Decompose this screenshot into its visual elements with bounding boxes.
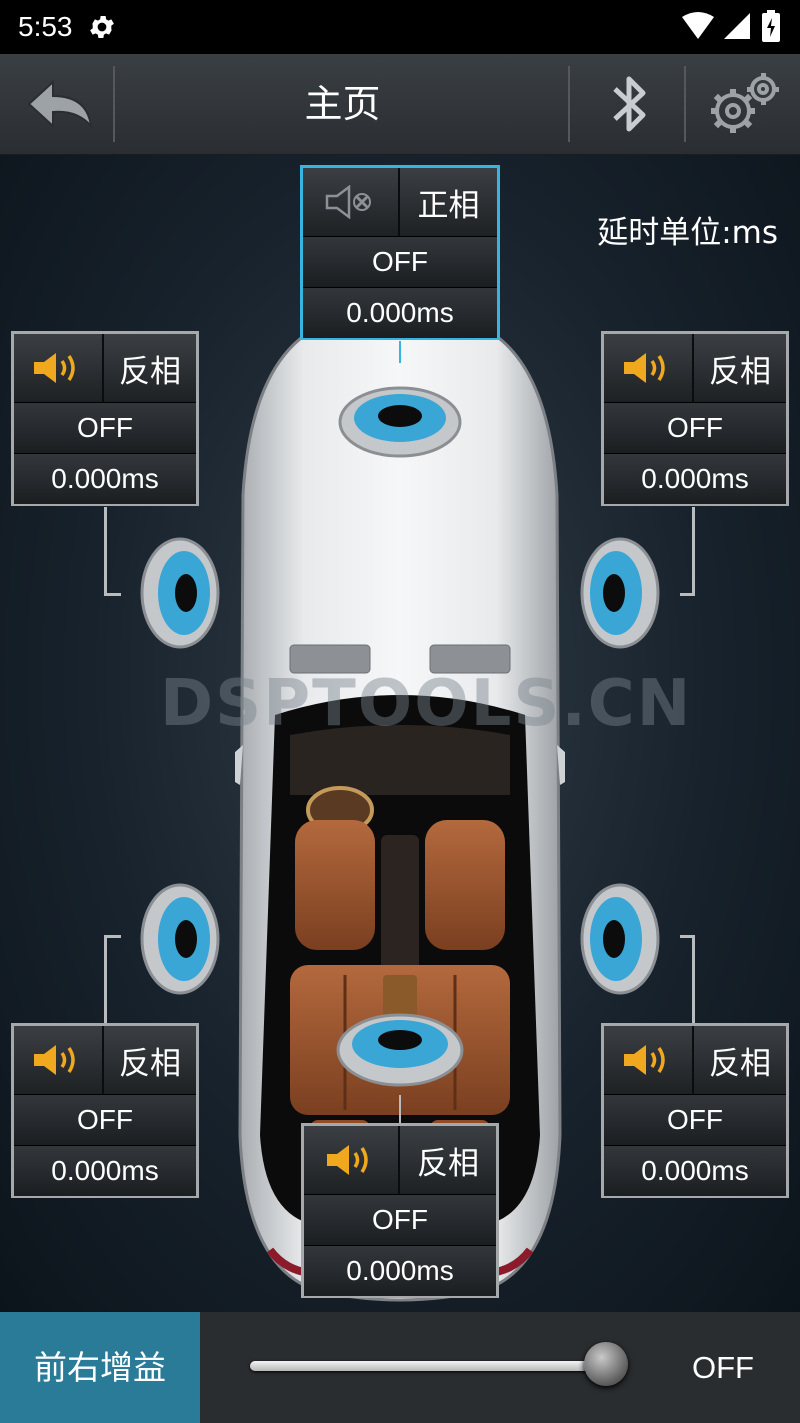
speaker-on-icon [34, 1045, 75, 1075]
phase-toggle[interactable]: 反相 [104, 1026, 196, 1094]
mute-toggle[interactable] [14, 334, 104, 402]
gears-icon [710, 73, 779, 133]
speaker-rear-left[interactable] [136, 883, 220, 995]
channel-state[interactable]: OFF [604, 1095, 786, 1146]
mute-toggle[interactable] [604, 334, 694, 402]
channel-panel-front-left[interactable]: 反相 OFF 0.000ms [11, 331, 199, 506]
bluetooth-icon [613, 76, 646, 132]
mute-toggle[interactable] [304, 1126, 400, 1194]
leader-line [680, 507, 695, 596]
speaker-front-center[interactable] [338, 384, 462, 458]
leader-line [399, 341, 401, 363]
back-arrow-icon [27, 79, 93, 130]
mute-toggle[interactable] [303, 168, 400, 236]
gain-slider-thumb[interactable] [584, 1342, 628, 1386]
speaker-on-icon [327, 1145, 368, 1175]
wifi-icon [682, 12, 714, 39]
speaker-on-icon [624, 353, 665, 383]
channel-panel-rear-center[interactable]: 反相 OFF 0.000ms [301, 1123, 499, 1298]
speaker-on-icon [34, 353, 75, 383]
back-button[interactable] [10, 54, 110, 154]
header-divider [568, 66, 570, 142]
channel-panel-rear-right[interactable]: 反相 OFF 0.000ms [601, 1023, 789, 1198]
gain-slider-track[interactable] [250, 1361, 615, 1371]
leader-line [680, 935, 695, 1028]
phase-toggle[interactable]: 反相 [400, 1126, 496, 1194]
speaker-rear-center[interactable] [335, 1010, 465, 1088]
speaker-front-left[interactable] [136, 537, 220, 649]
speaker-layout-area: 延时单位:ms DSPTOOLS.CN 正相 OFF 0.000ms 反相 OF… [0, 155, 800, 1312]
watermark: DSPTOOLS.CN [160, 667, 693, 741]
phase-toggle[interactable]: 反相 [104, 334, 196, 402]
app-header: 主页 [0, 54, 800, 155]
settings-status-icon [89, 16, 114, 38]
header-divider [113, 66, 115, 142]
leader-line [399, 1095, 401, 1125]
channel-delay[interactable]: 0.000ms [303, 288, 497, 338]
channel-delay[interactable]: 0.000ms [604, 454, 786, 504]
channel-delay[interactable]: 0.000ms [304, 1246, 496, 1296]
settings-button[interactable] [690, 54, 795, 154]
page-title: 主页 [304, 82, 381, 126]
speaker-muted-icon [325, 185, 371, 219]
channel-panel-front-right[interactable]: 反相 OFF 0.000ms [601, 331, 789, 506]
channel-state[interactable]: OFF [14, 1095, 196, 1146]
speaker-front-right[interactable] [580, 537, 664, 649]
channel-delay[interactable]: 0.000ms [14, 1146, 196, 1196]
phase-toggle[interactable]: 反相 [694, 334, 786, 402]
gain-value: OFF [692, 1350, 754, 1385]
channel-delay[interactable]: 0.000ms [14, 454, 196, 504]
phase-toggle[interactable]: 反相 [694, 1026, 786, 1094]
leader-line [104, 935, 121, 1028]
mute-toggle[interactable] [604, 1026, 694, 1094]
header-divider [684, 66, 686, 142]
bluetooth-button[interactable] [575, 54, 683, 154]
channel-panel-rear-left[interactable]: 反相 OFF 0.000ms [11, 1023, 199, 1198]
channel-state[interactable]: OFF [303, 237, 497, 288]
phase-toggle[interactable]: 正相 [400, 168, 497, 236]
gain-channel-label[interactable]: 前右增益 [0, 1312, 200, 1423]
delay-unit-label: 延时单位:ms [597, 215, 778, 251]
channel-panel-front-center[interactable]: 正相 OFF 0.000ms [300, 165, 500, 340]
status-time: 5:53 [18, 11, 73, 42]
channel-delay[interactable]: 0.000ms [604, 1146, 786, 1196]
speaker-rear-right[interactable] [580, 883, 664, 995]
mute-toggle[interactable] [14, 1026, 104, 1094]
channel-state[interactable]: OFF [14, 403, 196, 454]
channel-state[interactable]: OFF [604, 403, 786, 454]
channel-state[interactable]: OFF [304, 1195, 496, 1246]
speaker-on-icon [624, 1045, 665, 1075]
status-bar: 5:53 [0, 0, 800, 54]
cell-signal-icon [724, 13, 750, 39]
leader-line [104, 507, 121, 596]
battery-icon [762, 10, 780, 42]
